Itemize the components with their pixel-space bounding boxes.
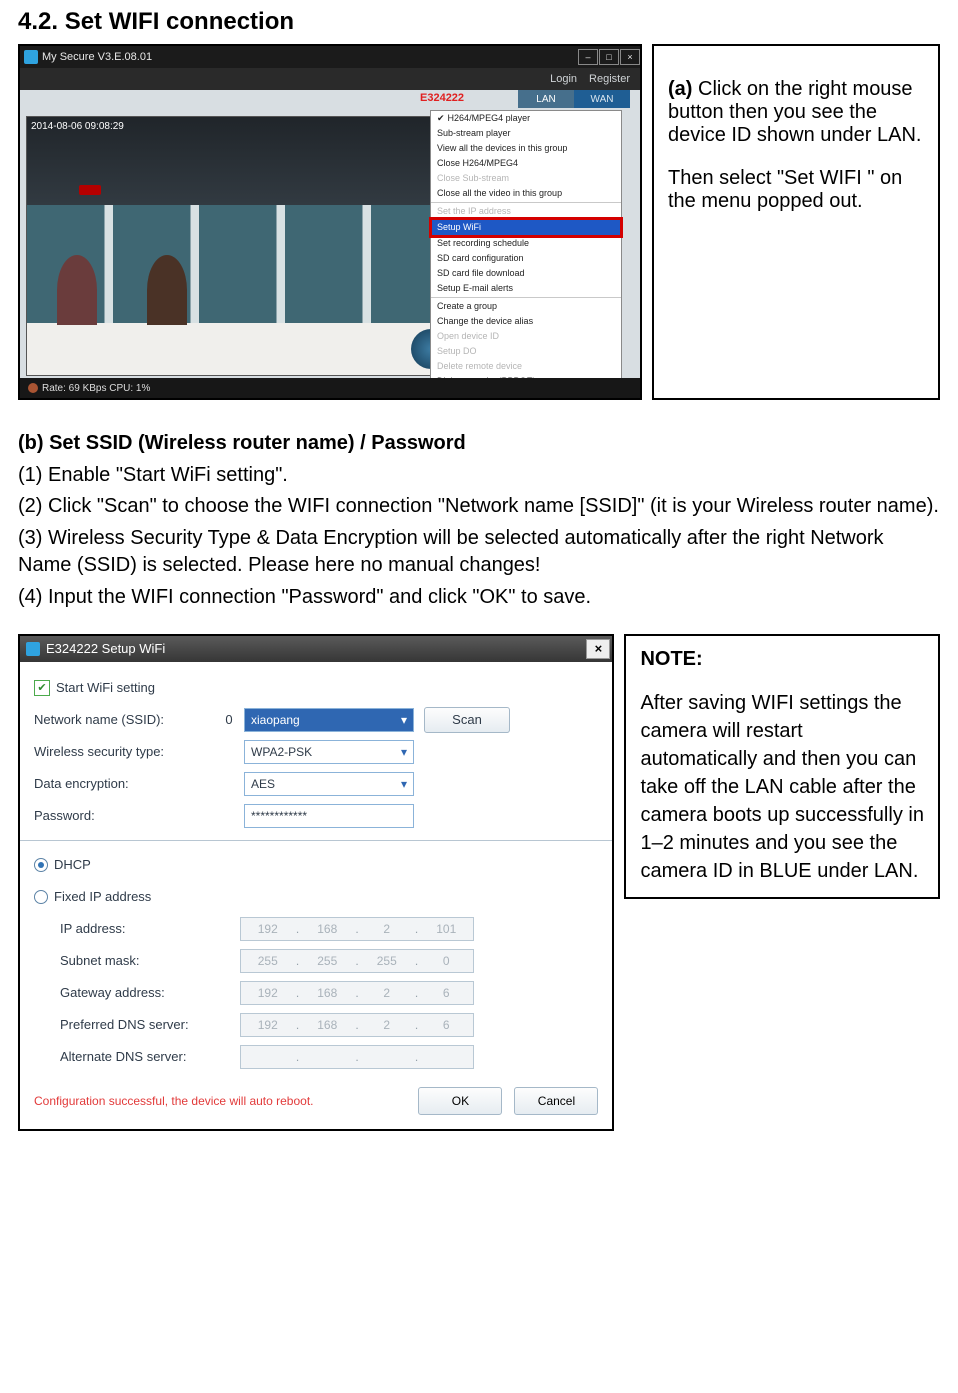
- dns2-label: Alternate DNS server:: [60, 1049, 240, 1064]
- menu-item[interactable]: Close H264/MPEG4: [431, 156, 621, 171]
- menu-item-disabled: Close Sub-stream: [431, 171, 621, 186]
- scan-button[interactable]: Scan: [424, 707, 510, 733]
- menu-setup-wifi[interactable]: Setup WiFi: [431, 219, 621, 236]
- step-a-text2: Then select "Set WIFI " on the menu popp…: [668, 167, 924, 213]
- security-select[interactable]: WPA2-PSK▾: [244, 740, 414, 764]
- device-id: E324222: [420, 92, 464, 104]
- chevron-down-icon: ▾: [401, 745, 407, 759]
- start-wifi-label: Start WiFi setting: [56, 680, 155, 695]
- window-title: My Secure V3.E.08.01: [42, 51, 152, 63]
- menu-item[interactable]: SD card file download: [431, 266, 621, 281]
- register-link[interactable]: Register: [589, 73, 630, 85]
- maximize-button[interactable]: □: [599, 49, 619, 65]
- dns1-label: Preferred DNS server:: [60, 1017, 240, 1032]
- tab-lan[interactable]: LAN: [518, 90, 574, 108]
- tab-wan[interactable]: WAN: [574, 90, 630, 108]
- gateway-label: Gateway address:: [60, 985, 240, 1000]
- record-icon: [28, 383, 38, 393]
- screenshot-a: My Secure V3.E.08.01 – □ × Login Registe…: [18, 44, 642, 400]
- menu-item[interactable]: Change the device alias: [431, 314, 621, 329]
- highlight-marker: [79, 185, 101, 195]
- app-icon: [24, 50, 38, 64]
- note-box: NOTE: After saving WIFI settings the cam…: [624, 634, 940, 899]
- window-titlebar: My Secure V3.E.08.01 – □ ×: [20, 46, 640, 68]
- instruction-a: (a) Click on the right mouse button then…: [652, 44, 940, 400]
- note-heading: NOTE:: [640, 648, 924, 671]
- minimize-button[interactable]: –: [578, 49, 598, 65]
- step-b-3: (3) Wireless Security Type & Data Encryp…: [18, 525, 940, 580]
- ssid-count: 0: [214, 712, 244, 727]
- menu-item[interactable]: Close all the video in this group: [431, 186, 621, 201]
- menu-item[interactable]: Set recording schedule: [431, 236, 621, 251]
- ssid-select[interactable]: xiaopang▾: [244, 708, 414, 732]
- ssid-label: Network name (SSID):: [34, 712, 214, 727]
- section-heading: 4.2. Set WIFI connection: [18, 8, 940, 36]
- security-label: Wireless security type:: [34, 744, 214, 759]
- menu-item[interactable]: Setup E-mail alerts: [431, 281, 621, 296]
- fixed-ip-label: Fixed IP address: [54, 889, 151, 904]
- dhcp-radio[interactable]: [34, 858, 48, 872]
- dns2-input[interactable]: ...: [240, 1045, 474, 1069]
- dialog-title: E324222 Setup WiFi: [46, 641, 165, 656]
- close-button[interactable]: ×: [586, 639, 610, 659]
- status-text: Rate: 69 KBps CPU: 1%: [42, 383, 150, 394]
- menu-item[interactable]: SD card configuration: [431, 251, 621, 266]
- start-wifi-checkbox[interactable]: ✔: [34, 680, 50, 696]
- note-body: After saving WIFI settings the camera wi…: [640, 689, 924, 885]
- cancel-button[interactable]: Cancel: [514, 1087, 598, 1115]
- fixed-ip-radio[interactable]: [34, 890, 48, 904]
- wifi-dialog: E324222 Setup WiFi × ✔ Start WiFi settin…: [18, 634, 614, 1131]
- status-bar: Rate: 69 KBps CPU: 1%: [20, 378, 640, 398]
- menu-item-disabled: Open device ID: [431, 329, 621, 344]
- dhcp-label: DHCP: [54, 857, 91, 872]
- menu-item[interactable]: Create a group: [431, 299, 621, 314]
- step-b-2: (2) Click "Scan" to choose the WIFI conn…: [18, 493, 940, 521]
- mask-label: Subnet mask:: [60, 953, 240, 968]
- menu-item[interactable]: Sub-stream player: [431, 126, 621, 141]
- ok-button[interactable]: OK: [418, 1087, 502, 1115]
- encryption-select[interactable]: AES▾: [244, 772, 414, 796]
- password-label: Password:: [34, 808, 214, 823]
- step-b-heading: (b) Set SSID (Wireless router name) / Pa…: [18, 430, 940, 458]
- ip-label: IP address:: [60, 921, 240, 936]
- menu-item[interactable]: View all the devices in this group: [431, 141, 621, 156]
- dns1-input[interactable]: 192.168.2.6: [240, 1013, 474, 1037]
- chevron-down-icon: ▾: [401, 777, 407, 791]
- step-a-text1: Click on the right mouse button then you…: [668, 78, 921, 146]
- video-panel: 2014-08-06 09:08:29: [26, 116, 458, 376]
- step-a-label: (a): [668, 78, 692, 100]
- video-timestamp: 2014-08-06 09:08:29: [31, 121, 124, 132]
- menu-item-disabled: Setup DO: [431, 344, 621, 359]
- password-input[interactable]: ************: [244, 804, 414, 828]
- app-icon: [26, 642, 40, 656]
- ip-input[interactable]: 192.168.2.101: [240, 917, 474, 941]
- step-b-1: (1) Enable "Start WiFi setting".: [18, 462, 940, 490]
- close-button[interactable]: ×: [620, 49, 640, 65]
- context-menu: ✔H264/MPEG4 player Sub-stream player Vie…: [430, 110, 622, 400]
- dialog-titlebar: E324222 Setup WiFi ×: [20, 636, 612, 662]
- login-link[interactable]: Login: [550, 73, 577, 85]
- confirm-message: Configuration successful, the device wil…: [34, 1094, 406, 1108]
- mask-input[interactable]: 255.255.255.0: [240, 949, 474, 973]
- encryption-label: Data encryption:: [34, 776, 214, 791]
- top-toolbar: Login Register: [20, 68, 640, 90]
- menu-item-disabled: Set the IP address: [431, 204, 621, 219]
- menu-item-disabled: Delete remote device: [431, 359, 621, 374]
- chevron-down-icon: ▾: [401, 713, 407, 727]
- menu-item[interactable]: ✔H264/MPEG4 player: [431, 111, 621, 126]
- instruction-b: (b) Set SSID (Wireless router name) / Pa…: [18, 430, 940, 612]
- step-b-4: (4) Input the WIFI connection "Password"…: [18, 584, 940, 612]
- gateway-input[interactable]: 192.168.2.6: [240, 981, 474, 1005]
